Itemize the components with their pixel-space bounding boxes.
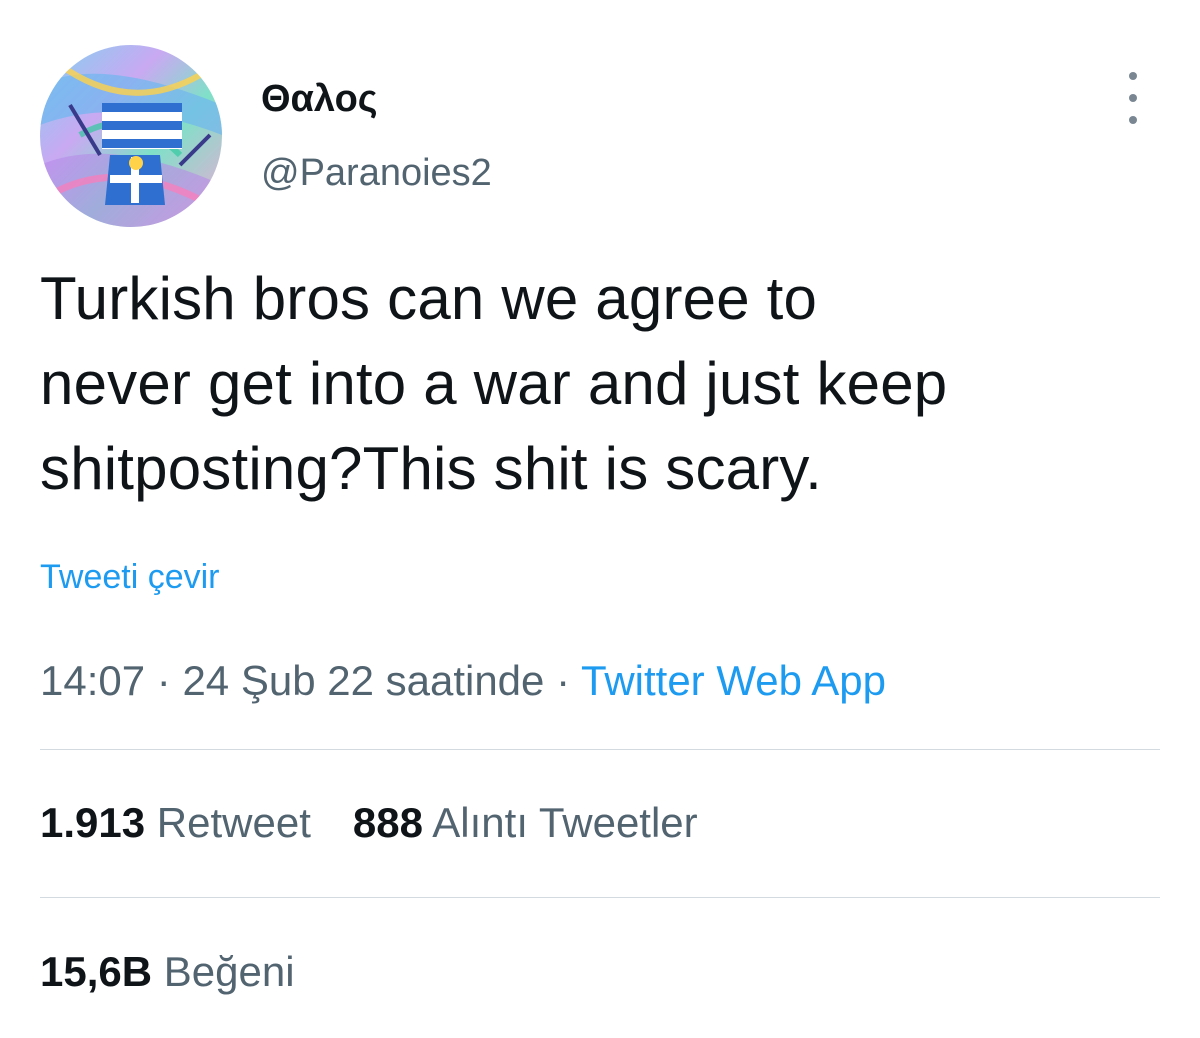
likes-stats: 15,6B Beğeni xyxy=(40,946,295,998)
retweets-stat[interactable]: 1.913 Retweet xyxy=(40,797,311,849)
tweet-date[interactable]: 24 Şub 22 saatinde xyxy=(182,657,544,704)
tweet-source-link[interactable]: Twitter Web App xyxy=(581,657,886,704)
engagement-stats: 1.913 Retweet 888 Alıntı Tweetler xyxy=(40,797,698,849)
meta-separator: · xyxy=(145,657,183,704)
tweet-time[interactable]: 14:07 xyxy=(40,657,145,704)
tweet-meta: 14:07 · 24 Şub 22 saatinde · Twitter Web… xyxy=(40,655,886,707)
avatar[interactable] xyxy=(40,45,222,227)
avatar-image xyxy=(40,45,222,227)
likes-count: 15,6B xyxy=(40,948,153,995)
translate-tweet-link[interactable]: Tweeti çevir xyxy=(40,555,220,599)
retweets-label: Retweet xyxy=(156,799,311,846)
quote-tweets-stat[interactable]: 888 Alıntı Tweetler xyxy=(353,797,698,849)
divider xyxy=(40,897,1160,898)
meta-separator: · xyxy=(544,657,581,704)
display-name[interactable]: Θαλος xyxy=(261,76,378,122)
divider xyxy=(40,749,1160,750)
likes-label: Beğeni xyxy=(163,948,295,995)
quote-tweets-count: 888 xyxy=(352,799,423,846)
more-options-button[interactable] xyxy=(1116,72,1150,124)
tweet-text: Turkish bros can we agree to never get i… xyxy=(40,265,948,502)
retweets-count: 1.913 xyxy=(40,799,146,846)
quote-tweets-label: Alıntı Tweetler xyxy=(432,799,698,846)
user-handle[interactable]: @Paranoies2 xyxy=(261,150,492,196)
likes-stat[interactable]: 15,6B Beğeni xyxy=(40,948,295,995)
